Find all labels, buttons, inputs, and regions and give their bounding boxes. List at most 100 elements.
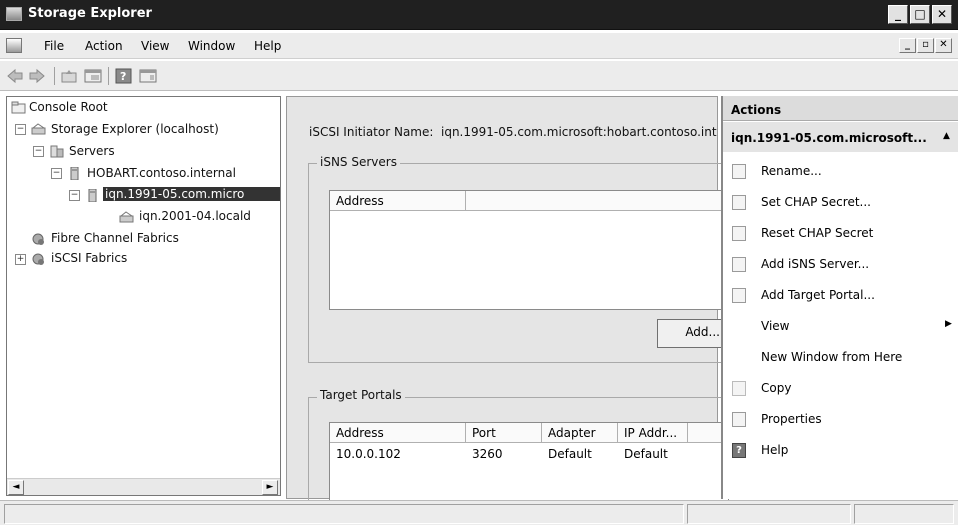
isns-servers-legend: iSNS Servers <box>317 155 400 169</box>
collapse-toggle[interactable]: − <box>69 190 80 201</box>
action-set-chap-secret[interactable]: Set CHAP Secret... <box>723 187 958 218</box>
column-header-port[interactable]: Port <box>466 423 542 443</box>
column-header-blank[interactable] <box>466 191 728 211</box>
folder-icon <box>11 101 26 114</box>
menu-bar: File Action View Window Help _ ▫ ✕ <box>0 33 958 59</box>
actions-pane: Actions iqn.1991-05.com.microsoft... ▲ R… <box>721 96 958 499</box>
window-title: Storage Explorer <box>28 6 152 21</box>
copy-icon <box>732 381 746 396</box>
tree-item-servers[interactable]: Servers <box>69 144 115 158</box>
iscsi-fabrics-icon <box>32 253 44 265</box>
target-portals-list[interactable]: Address Port Adapter IP Addr... 10.0.0.1… <box>329 422 729 507</box>
child-minimize-button[interactable]: _ <box>899 38 916 53</box>
isns-icon <box>732 257 746 272</box>
action-add-isns-server[interactable]: Add iSNS Server... <box>723 249 958 280</box>
show-hide-action-pane-icon[interactable] <box>139 68 157 84</box>
title-bar: Storage Explorer _ □ ✕ <box>0 0 958 30</box>
action-new-window[interactable]: New Window from Here <box>723 342 958 373</box>
column-header-adapter[interactable]: Adapter <box>542 423 618 443</box>
actions-subheader[interactable]: iqn.1991-05.com.microsoft... ▲ <box>723 122 958 152</box>
menu-file[interactable]: File <box>44 39 64 53</box>
column-header-address[interactable]: Address <box>330 191 466 211</box>
target-portals-legend: Target Portals <box>317 388 405 402</box>
submenu-arrow-icon: ▶ <box>945 319 952 329</box>
console-tree: Console Root − Storage Explorer (localho… <box>6 96 281 496</box>
chap-reset-icon <box>732 226 746 241</box>
action-label: Add Target Portal... <box>761 288 875 302</box>
action-add-target-portal[interactable]: Add Target Portal... <box>723 280 958 311</box>
action-rename[interactable]: Rename... <box>723 156 958 187</box>
menu-help[interactable]: Help <box>254 39 281 53</box>
toolbar-separator <box>54 67 55 85</box>
action-properties[interactable]: Properties <box>723 404 958 435</box>
close-button[interactable]: ✕ <box>932 5 952 24</box>
fibre-channel-icon <box>32 233 44 245</box>
collapse-toggle[interactable]: − <box>33 146 44 157</box>
show-hide-tree-icon[interactable] <box>84 68 102 84</box>
minimize-button[interactable]: _ <box>888 5 908 24</box>
menu-window[interactable]: Window <box>188 39 235 53</box>
add-isns-server-button[interactable]: Add... <box>657 319 727 348</box>
portal-address-cell: 10.0.0.102 <box>336 447 401 461</box>
up-folder-icon[interactable] <box>60 68 78 84</box>
status-segment <box>854 504 954 524</box>
collapse-toggle[interactable]: − <box>15 124 26 135</box>
status-segment <box>687 504 851 524</box>
portal-adapter-cell: Default <box>548 447 592 461</box>
storage-explorer-icon <box>31 123 46 135</box>
expand-toggle[interactable]: + <box>15 254 26 265</box>
action-label: Set CHAP Secret... <box>761 195 871 209</box>
action-label: Reset CHAP Secret <box>761 226 874 240</box>
action-reset-chap-secret[interactable]: Reset CHAP Secret <box>723 218 958 249</box>
action-label: Copy <box>761 381 792 395</box>
action-label: Add iSNS Server... <box>761 257 870 271</box>
tree-item-storage-explorer[interactable]: Storage Explorer (localhost) <box>51 122 219 136</box>
tree-item-iscsi-fabrics[interactable]: iSCSI Fabrics <box>51 251 127 265</box>
child-close-button[interactable]: ✕ <box>935 38 952 53</box>
actions-subheader-label: iqn.1991-05.com.microsoft... <box>731 131 927 145</box>
column-header-address[interactable]: Address <box>330 423 466 443</box>
action-label: New Window from Here <box>761 350 903 364</box>
portal-ip-cell: Default <box>624 447 668 461</box>
portal-icon <box>732 288 746 303</box>
menu-action[interactable]: Action <box>85 39 123 53</box>
action-help[interactable]: ? Help <box>723 435 958 466</box>
console-icon[interactable] <box>6 38 22 53</box>
properties-icon <box>732 412 746 427</box>
forward-icon[interactable] <box>28 68 46 84</box>
collapse-toggle[interactable]: − <box>51 168 62 179</box>
tree-item-fibre-channel[interactable]: Fibre Channel Fabrics <box>51 231 179 245</box>
action-label: View <box>761 319 790 333</box>
action-label: Rename... <box>761 164 822 178</box>
initiator-icon <box>88 189 97 202</box>
action-view[interactable]: View ▶ <box>723 311 958 342</box>
tree-item-server-host[interactable]: HOBART.contoso.internal <box>87 166 236 180</box>
maximize-button[interactable]: □ <box>910 5 930 24</box>
child-restore-button[interactable]: ▫ <box>917 38 934 53</box>
collapse-up-icon[interactable]: ▲ <box>943 131 950 141</box>
help-icon[interactable]: ? <box>115 68 133 84</box>
toolbar: ? <box>0 61 958 91</box>
tree-item-console-root[interactable]: Console Root <box>29 100 108 114</box>
portal-port-cell: 3260 <box>472 447 503 461</box>
scroll-right-button[interactable]: ► <box>262 480 278 495</box>
column-header-ip-address[interactable]: IP Addr... <box>618 423 688 443</box>
svg-text:?: ? <box>120 70 126 83</box>
initiator-name-value: iqn.1991-05.com.microsoft:hobart.contoso… <box>441 125 717 139</box>
chap-icon <box>732 195 746 210</box>
toolbar-separator <box>108 67 109 85</box>
tree-item-target[interactable]: iqn.2001-04.locald <box>139 209 251 223</box>
initiator-name-label: iSCSI Initiator Name: <box>309 125 434 139</box>
details-pane: iSCSI Initiator Name: iqn.1991-05.com.mi… <box>286 96 729 507</box>
isns-servers-list[interactable]: Address <box>329 190 729 310</box>
scroll-left-button[interactable]: ◄ <box>8 480 24 495</box>
action-label: Properties <box>761 412 822 426</box>
tree-item-initiator-selected[interactable]: iqn.1991-05.com.micro <box>103 187 280 201</box>
tree-horizontal-scrollbar[interactable]: ◄ ► <box>7 478 280 495</box>
servers-icon <box>50 145 64 158</box>
status-bar <box>0 500 958 525</box>
action-copy[interactable]: Copy <box>723 373 958 404</box>
back-icon[interactable] <box>6 68 24 84</box>
menu-view[interactable]: View <box>141 39 169 53</box>
help-icon: ? <box>732 443 746 458</box>
